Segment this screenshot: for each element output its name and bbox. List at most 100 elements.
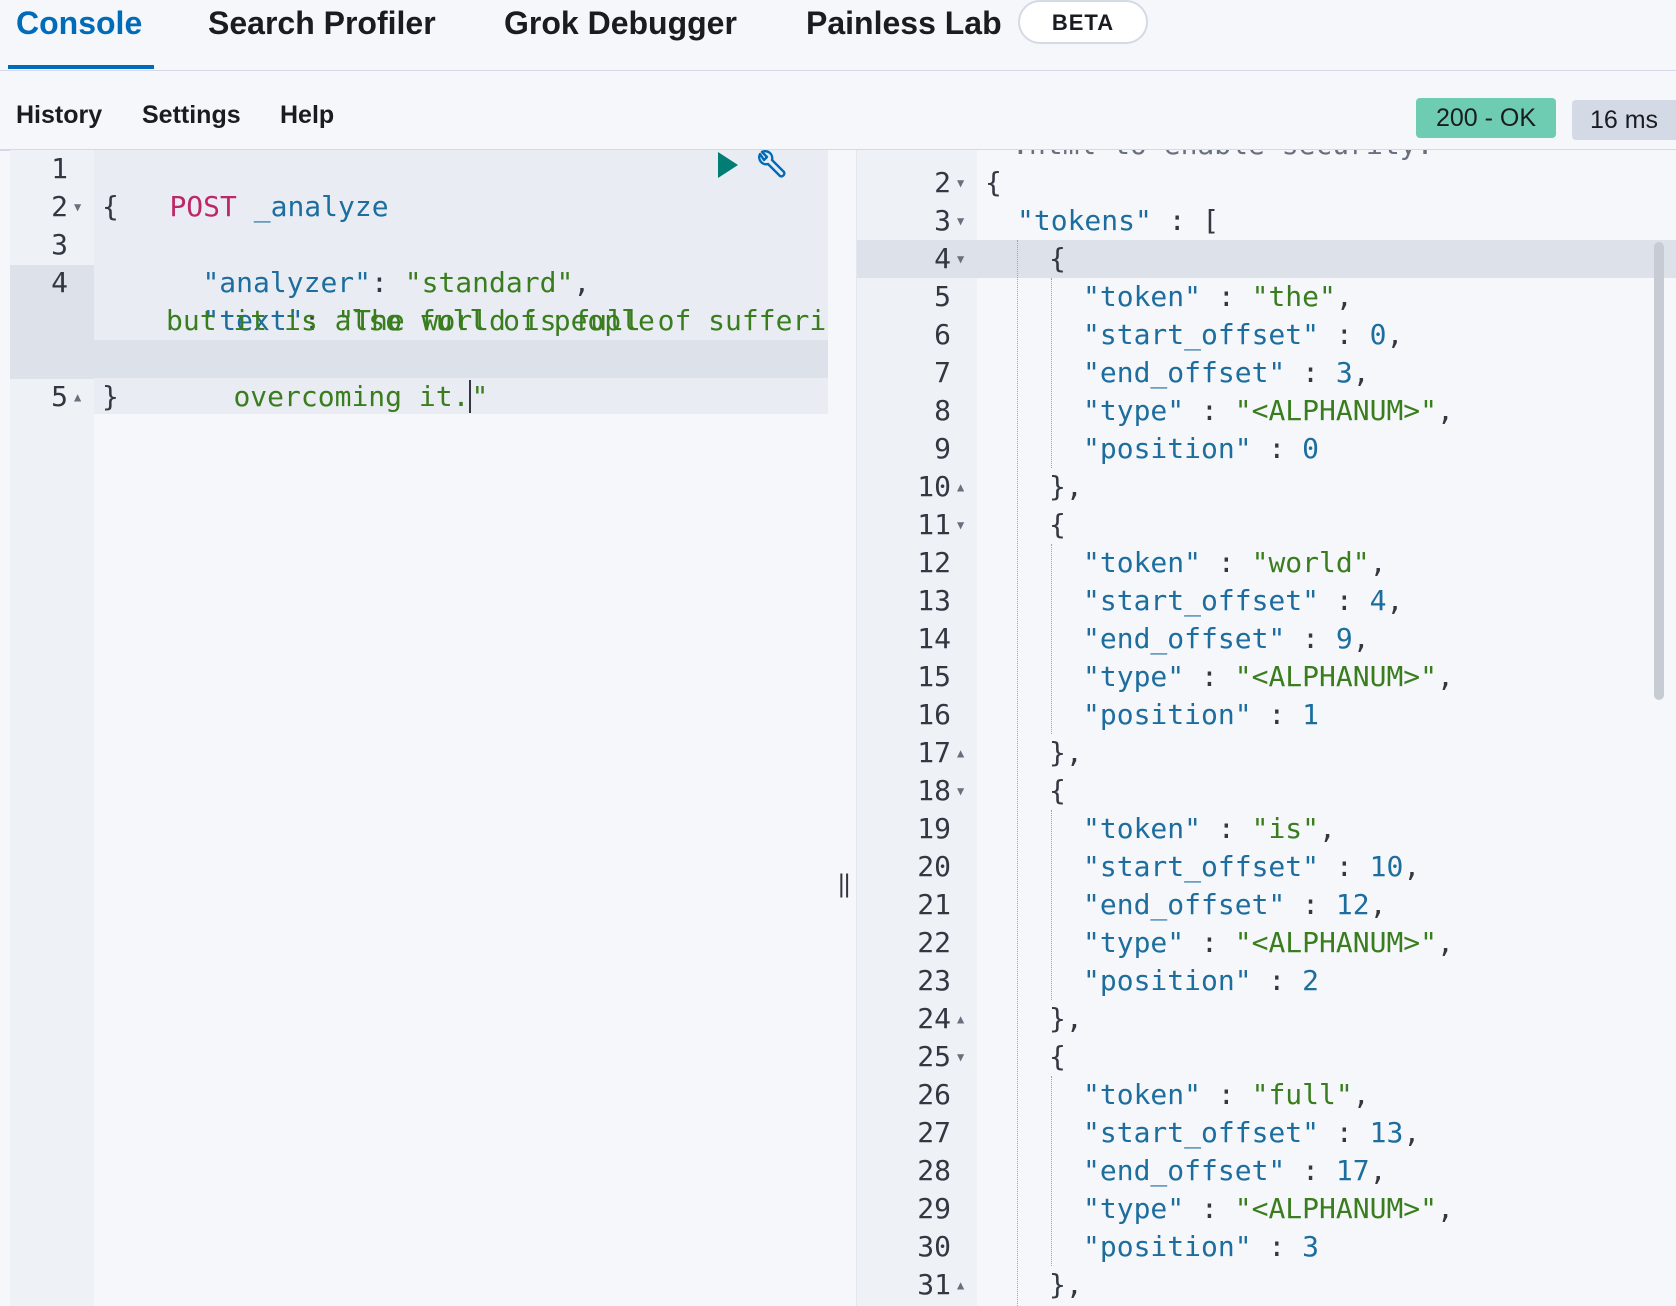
fold-down-icon[interactable]: ▼ bbox=[957, 1038, 964, 1076]
history-link[interactable]: History bbox=[16, 101, 102, 130]
send-request-icon[interactable] bbox=[718, 152, 738, 178]
tab-painless-lab[interactable]: Painless Lab bbox=[806, 0, 1002, 48]
type-value: "<ALPHANUM>" bbox=[1234, 1192, 1438, 1225]
tab-grok-debugger[interactable]: Grok Debugger bbox=[504, 0, 737, 48]
line-number: 3 bbox=[51, 228, 68, 261]
fold-down-icon[interactable]: ▼ bbox=[957, 506, 964, 544]
response-panel[interactable]: .html to enable security. 2 ▼ 3 ▼ 4 ▼ 5 … bbox=[856, 150, 1676, 1306]
line-number: 23 bbox=[917, 964, 951, 997]
code-brace: }, bbox=[1049, 1268, 1083, 1301]
fold-down-icon[interactable]: ▼ bbox=[957, 240, 964, 278]
code-brace: { bbox=[1049, 508, 1066, 541]
response-scrollbar[interactable] bbox=[1654, 242, 1664, 700]
end-offset-value: 9 bbox=[1335, 622, 1353, 655]
line-number: 6 bbox=[934, 318, 951, 351]
end-offset-value: 12 bbox=[1335, 888, 1370, 921]
request-method: POST bbox=[169, 190, 237, 223]
line-number: 29 bbox=[917, 1192, 951, 1225]
code-brace: }, bbox=[1049, 1002, 1083, 1035]
line-number: 31 bbox=[917, 1268, 951, 1301]
fold-up-icon[interactable]: ▲ bbox=[957, 1000, 964, 1038]
end-offset-value: 17 bbox=[1335, 1154, 1370, 1187]
fold-down-icon[interactable]: ▼ bbox=[957, 164, 964, 202]
wrench-icon[interactable] bbox=[752, 148, 788, 184]
code-brace: { bbox=[1049, 774, 1066, 807]
start-offset-value: 13 bbox=[1369, 1116, 1404, 1149]
line-number: 16 bbox=[917, 698, 951, 731]
token-value: "world" bbox=[1251, 546, 1370, 579]
app-tabs: Console Search Profiler Grok Debugger Pa… bbox=[0, 0, 1676, 72]
request-endpoint: _analyze bbox=[253, 190, 389, 223]
line-number: 12 bbox=[917, 546, 951, 579]
tab-console[interactable]: Console bbox=[16, 0, 142, 48]
type-value: "<ALPHANUM>" bbox=[1234, 660, 1438, 693]
splitter-grip-icon[interactable]: ‖ bbox=[837, 870, 851, 898]
fold-down-icon[interactable]: ▼ bbox=[74, 188, 81, 226]
line-number: 24 bbox=[917, 1002, 951, 1035]
fold-up-icon[interactable]: ▲ bbox=[957, 468, 964, 506]
token-value: "full" bbox=[1251, 1078, 1353, 1111]
line-number: 3 bbox=[934, 204, 951, 237]
line-number: 20 bbox=[917, 850, 951, 883]
indent-guide bbox=[1017, 240, 1018, 1306]
line-number: 21 bbox=[917, 888, 951, 921]
indent-guide bbox=[1051, 810, 1052, 1000]
start-offset-value: 10 bbox=[1369, 850, 1404, 883]
json-string: but it is also full of people bbox=[166, 304, 655, 337]
line-number: 11 bbox=[917, 508, 951, 541]
position-value: 2 bbox=[1302, 964, 1320, 997]
code-brace: { bbox=[1049, 242, 1066, 275]
indent-guide bbox=[1051, 278, 1052, 468]
line-number: 13 bbox=[917, 584, 951, 617]
fold-down-icon[interactable]: ▼ bbox=[957, 202, 964, 240]
line-number: 26 bbox=[917, 1078, 951, 1111]
line-number: 25 bbox=[917, 1040, 951, 1073]
line-number: 4 bbox=[51, 266, 68, 299]
cursor-line-highlight bbox=[857, 240, 1676, 278]
json-string: " bbox=[471, 380, 489, 413]
code-brace: }, bbox=[1049, 736, 1083, 769]
line-number: 2 bbox=[51, 190, 68, 223]
code-brace: { bbox=[1049, 1040, 1066, 1073]
line-number: 9 bbox=[934, 432, 951, 465]
line-number: 22 bbox=[917, 926, 951, 959]
line-number: 4 bbox=[934, 242, 951, 275]
fold-up-icon[interactable]: ▲ bbox=[957, 1266, 964, 1304]
request-editor[interactable]: 1 2 ▼ 3 4 5 ▲ POST _analyze { "analyzer"… bbox=[10, 150, 828, 1306]
token-value: "is" bbox=[1251, 812, 1320, 845]
status-badge: 200 - OK bbox=[1416, 98, 1556, 138]
token-value: "the" bbox=[1251, 280, 1336, 313]
help-link[interactable]: Help bbox=[280, 101, 334, 130]
fold-up-icon[interactable]: ▲ bbox=[957, 734, 964, 772]
line-number: 15 bbox=[917, 660, 951, 693]
code-brace: { bbox=[985, 166, 1002, 199]
position-value: 1 bbox=[1302, 698, 1320, 731]
start-offset-value: 0 bbox=[1369, 318, 1387, 351]
json-key: "tokens" bbox=[1017, 204, 1152, 237]
position-value: 3 bbox=[1302, 1230, 1320, 1263]
code-brace: }, bbox=[1049, 470, 1083, 503]
json-string: overcoming it. bbox=[233, 380, 470, 413]
fold-down-icon[interactable]: ▼ bbox=[957, 772, 964, 810]
line-number: 2 bbox=[934, 166, 951, 199]
response-warning-partial: .html to enable security. bbox=[1012, 150, 1433, 164]
start-offset-value: 4 bbox=[1369, 584, 1387, 617]
line-number: 1 bbox=[51, 152, 68, 185]
line-number: 30 bbox=[917, 1230, 951, 1263]
panel-splitter[interactable] bbox=[828, 150, 856, 1306]
console-toolbar: History Settings Help 200 - OK 16 ms bbox=[0, 71, 1676, 151]
line-number: 17 bbox=[917, 736, 951, 769]
tab-search-profiler[interactable]: Search Profiler bbox=[208, 0, 436, 48]
line-number: 18 bbox=[917, 774, 951, 807]
indent-guide bbox=[1051, 544, 1052, 734]
beta-badge: BETA bbox=[1018, 0, 1148, 44]
line-number: 5 bbox=[934, 280, 951, 313]
line-number: 5 bbox=[51, 380, 68, 413]
line-number: 7 bbox=[934, 356, 951, 389]
fold-up-icon[interactable]: ▲ bbox=[74, 378, 81, 416]
line-number: 14 bbox=[917, 622, 951, 655]
active-tab-indicator bbox=[8, 65, 154, 69]
line-number: 27 bbox=[917, 1116, 951, 1149]
settings-link[interactable]: Settings bbox=[142, 101, 241, 130]
code-brace: { bbox=[102, 190, 119, 223]
